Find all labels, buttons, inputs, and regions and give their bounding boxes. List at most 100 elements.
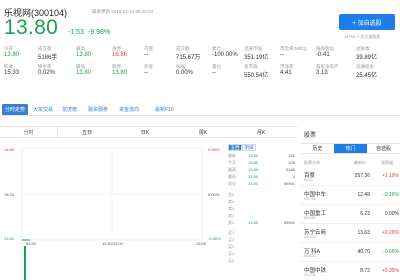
period-intraday[interactable]: 分时 (0, 127, 58, 138)
order-book-row: 最高 13.80 5186 (228, 167, 297, 174)
stock-row[interactable]: 中国中铁 601390 8.72 +0.35% (301, 262, 400, 280)
stock-row-code: 601766 (304, 197, 316, 201)
order-book-row: 卖2 (228, 213, 297, 220)
stock-row-price: 257.36 (354, 173, 370, 179)
stock-row[interactable]: 苏宁云商 002024 13.63 +0.29% (301, 224, 400, 243)
col-last-price: 最新价 (354, 160, 366, 165)
stock-row-change: -0.66% (383, 249, 399, 255)
stock-row-price: 40.70 (357, 249, 370, 255)
order-book-label: 买4 (228, 251, 235, 256)
section-tabs: 分时走势 大宗交易 龙虎榜 融资融券 资金流向 最新F10 (0, 104, 400, 116)
tab-watchlist[interactable]: 自选股 (367, 144, 400, 153)
period-monthly[interactable]: 月K (232, 127, 290, 138)
order-book-row: 买3 (228, 244, 297, 251)
add-to-watchlist-button[interactable]: + 加自选股 (339, 14, 395, 30)
tab-margin[interactable]: 融资融券 (88, 104, 108, 115)
stock-row-change: +1.19% (381, 173, 399, 179)
price-change-pct: -9.98% (88, 29, 111, 36)
period-5day[interactable]: 五日 (58, 127, 116, 138)
order-book-vol: 65591 (283, 181, 295, 186)
period-tabs: 分时 五日 日K 周K 月K (0, 126, 297, 138)
order-book-row: 买4 (228, 251, 297, 258)
order-book-vol: 4 (292, 174, 295, 179)
stock-row-code: 002024 (304, 235, 316, 239)
stock-row-price: 12.48 (357, 192, 370, 198)
book-tab-level5[interactable]: 五档 (228, 144, 242, 151)
chart-plot (21, 147, 203, 280)
order-book-price: 13.80 (248, 153, 259, 158)
stock-row-price: 8.72 (360, 268, 370, 274)
stock-row-change: +0.29% (381, 230, 399, 236)
order-book-label: 最低 (228, 174, 236, 179)
stock-row-code: 601390 (304, 273, 316, 277)
stock-header: 乐视网(300104) 最後更新 2018-01-24 09:26:03 13.… (0, 0, 400, 44)
current-price: 13.80 (4, 16, 59, 39)
y-pct-mid: 0.00% (208, 192, 220, 197)
stock-row-code: BIDU (304, 178, 313, 182)
order-book-row: 买1 (228, 230, 297, 237)
stock-row-change: 0.00% (384, 211, 399, 217)
order-book-row: 成交 13.80 65591 (228, 181, 297, 188)
followers-count: 14793 人关注该股票 (344, 34, 381, 39)
y-pct-low: -9.98% (208, 236, 221, 241)
col-stock-name: 股票名称 (304, 160, 320, 165)
col-change: 涨跌幅 (381, 160, 393, 165)
stock-row[interactable]: 中国重工 601989 6.23 0.00% (301, 205, 400, 224)
tab-top-list[interactable]: 龙虎榜 (62, 104, 77, 115)
period-weekly[interactable]: 周K (174, 127, 232, 138)
x-tick-open: 09:30 (26, 241, 37, 246)
order-book-price: 13.80 (248, 181, 259, 186)
order-book-row: 卖4 (228, 199, 297, 206)
tab-hot[interactable]: 热门 (334, 144, 367, 153)
order-book-label: 买2 (228, 237, 235, 242)
stock-panel: 股票 历史 热门 自选股 股票名称 最新价 涨跌幅 百度 BIDU 257.36 +1… (301, 124, 400, 280)
stock-row-price: 13.63 (357, 230, 370, 236)
order-book: 五档 明细 最新 13.80 151 今开 13.80 105 最高 13.80 5186 最低 1… (228, 144, 297, 280)
tab-intraday[interactable]: 分时走势 (2, 104, 29, 115)
order-book-vol: 151 (288, 153, 295, 158)
x-tick-midday: 11:30/13:00 (102, 241, 123, 246)
order-book-label: 成交 (228, 181, 236, 186)
stock-row-code: 601989 (304, 216, 316, 220)
order-book-vol: 65591 (283, 220, 295, 225)
y-tick-high: 16.86 (4, 147, 15, 152)
order-book-label: 卖2 (228, 213, 235, 218)
order-book-label: 买3 (228, 244, 235, 249)
order-book-label: 最高 (228, 167, 236, 172)
order-book-row: 卖3 (228, 206, 297, 213)
order-book-row: 卖1 13.80 65591 (228, 220, 297, 227)
order-book-label: 买5 (228, 258, 235, 263)
update-time: 最後更新 2018-01-24 09:26:03 (92, 9, 154, 14)
stock-row-change: +0.35% (381, 268, 399, 274)
order-book-row: 最低 13.80 4 (228, 174, 297, 181)
order-book-price: 13.80 (248, 160, 259, 165)
y-pct-high: 9.98% (208, 147, 220, 152)
tab-history[interactable]: 历史 (301, 144, 334, 153)
stock-row-code: 000002 (304, 254, 316, 258)
tab-f10[interactable]: 最新F10 (155, 104, 174, 115)
tab-fund-flow[interactable]: 资金流向 (119, 104, 139, 115)
order-book-row: 卖5 (228, 192, 297, 199)
stock-row-change: -0.16% (383, 192, 399, 198)
order-book-label: 买1 (228, 230, 235, 235)
order-book-label: 卖5 (228, 192, 235, 197)
order-book-row: 最新 13.80 151 (228, 153, 297, 160)
period-daily[interactable]: 日K (116, 127, 174, 138)
stock-row[interactable]: 百度 BIDU 257.36 +1.19% (301, 167, 400, 186)
tab-block-trade[interactable]: 大宗交易 (33, 104, 53, 115)
price-change: -1.53 (68, 29, 84, 36)
stock-row[interactable]: 万 科A 000002 40.70 -0.66% (301, 243, 400, 262)
order-book-price: 13.80 (248, 167, 259, 172)
order-book-price: 13.80 (248, 174, 259, 179)
order-book-vol: 105 (288, 160, 295, 165)
stock-row[interactable]: 中国中车 601766 12.48 -0.16% (301, 186, 400, 205)
book-tab-detail[interactable]: 明细 (242, 144, 256, 151)
metric-value: 39.89亿 (356, 55, 378, 61)
order-book-label: 卖4 (228, 199, 235, 204)
stock-row-price: 6.23 (360, 211, 370, 217)
order-book-label: 最新 (228, 153, 236, 158)
order-book-row: 买5 (228, 258, 297, 265)
metric-value: -0.41 (316, 52, 330, 58)
stock-panel-title: 股票 (304, 133, 317, 139)
order-book-price: 13.80 (248, 220, 259, 225)
